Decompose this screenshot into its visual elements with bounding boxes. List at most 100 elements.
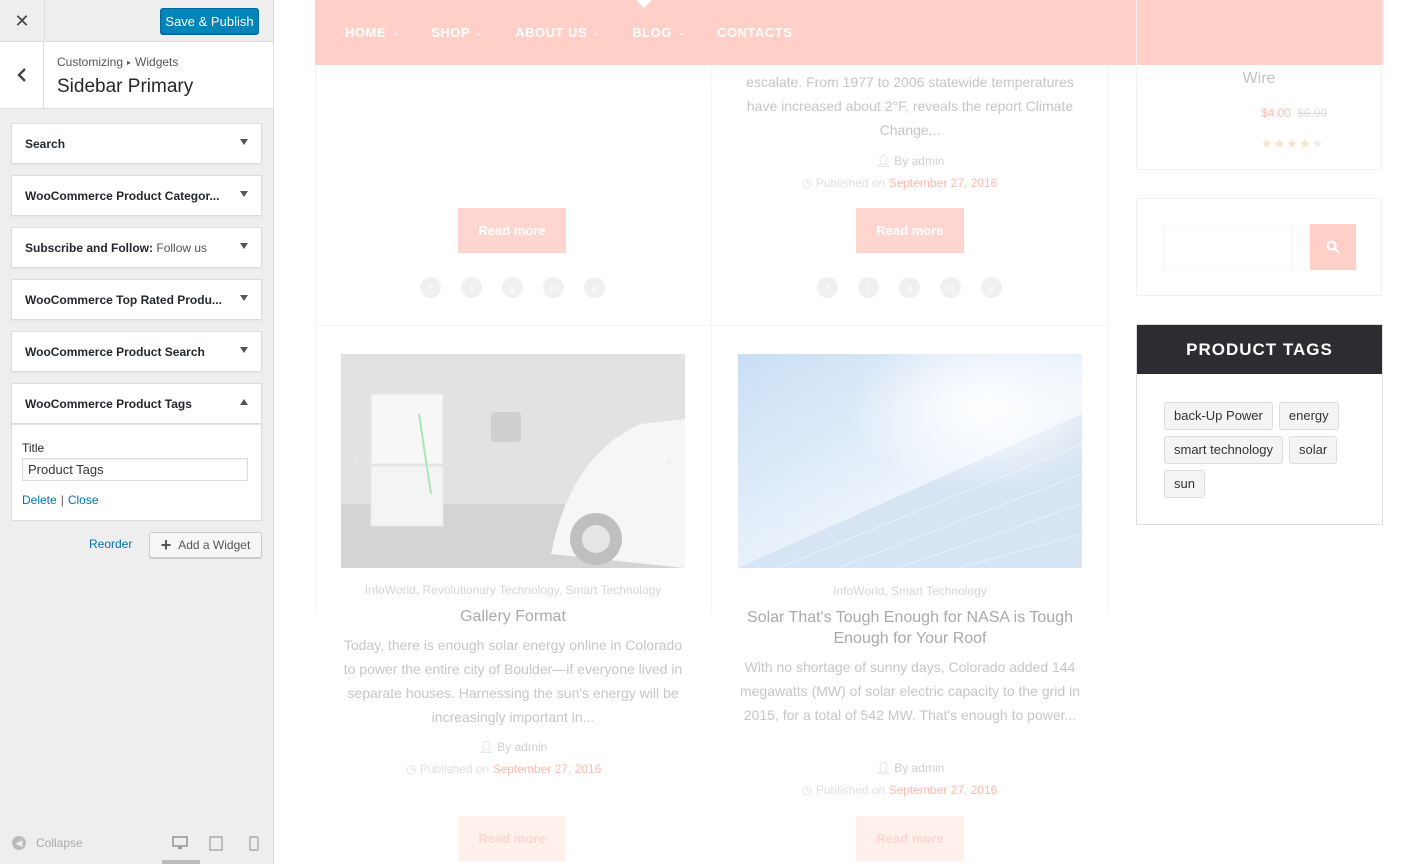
mobile-preview-icon[interactable]	[249, 836, 259, 854]
pinterest-icon[interactable]: p	[981, 277, 1002, 298]
tag-link[interactable]: energy	[1278, 402, 1339, 430]
tablet-preview-icon[interactable]	[209, 836, 223, 854]
linkedin-icon[interactable]: in	[543, 277, 564, 298]
post-excerpt: With no shortage of sunny days, Colorado…	[739, 659, 1080, 723]
collapse-icon: ◀	[12, 836, 26, 850]
expand-arrow-icon[interactable]	[240, 191, 248, 197]
section-title: Sidebar Primary	[57, 76, 194, 97]
desktop-preview-icon[interactable]	[162, 836, 200, 864]
widget-search[interactable]: Search	[11, 123, 262, 164]
tag-cloud: back-Up Power energy smart technology so…	[1164, 402, 1374, 504]
post-date[interactable]: September 27, 2016	[889, 783, 998, 797]
widget-title-main: Subscribe and Follow:	[25, 241, 154, 255]
google-plus-icon[interactable]: g	[502, 277, 523, 298]
read-more-button[interactable]: Read more	[856, 816, 964, 861]
svg-text:›: ›	[666, 451, 672, 470]
widget-product-tags[interactable]: WooCommerce Product Tags	[11, 383, 262, 424]
add-widget-button[interactable]: + Add a Widget	[149, 532, 262, 558]
post-title[interactable]: Solar That's Tough Enough for NASA is To…	[738, 607, 1082, 649]
post-categories[interactable]: InfoWorld, Smart Technology	[738, 584, 1082, 598]
nav-item-home[interactable]: HOME ⌄	[345, 25, 399, 40]
post-published: ◷ Published on September 27, 2016	[802, 783, 998, 797]
chevron-down-icon: ⌄	[476, 28, 484, 37]
tag-link[interactable]: sun	[1164, 470, 1205, 498]
tag-link[interactable]: smart technology	[1164, 436, 1283, 464]
widget-top-rated-products[interactable]: WooCommerce Top Rated Produ...	[11, 279, 262, 320]
widget-product-search[interactable]: WooCommerce Product Search	[11, 331, 262, 372]
search-button[interactable]	[1310, 224, 1356, 270]
reorder-link[interactable]: Reorder	[89, 537, 132, 551]
clock-icon: ◷	[802, 783, 813, 797]
post-title[interactable]: Gallery Format	[341, 606, 685, 627]
collapse-arrow-icon[interactable]	[240, 399, 248, 405]
twitter-icon[interactable]: t	[858, 277, 879, 298]
close-icon[interactable]: ✕	[0, 0, 45, 42]
post-published: ◷ Published on September 27, 2016	[802, 176, 998, 190]
tag-link[interactable]: back-Up Power	[1164, 402, 1273, 430]
expand-arrow-icon[interactable]	[240, 139, 248, 145]
top-rated-product: Wire $4.00 $6.00 ★★★★★	[1136, 0, 1382, 170]
chevron-down-icon: ⌄	[593, 28, 601, 37]
product-tags-widget: PRODUCT TAGS back-Up Power energy smart …	[1136, 324, 1383, 525]
expand-arrow-icon[interactable]	[240, 243, 248, 249]
user-icon: 👤︎	[875, 154, 891, 168]
post-image-gallery[interactable]: ‹ ›	[341, 354, 685, 568]
collapse-button[interactable]: ◀ Collapse	[12, 836, 83, 850]
grid-divider	[1108, 65, 1109, 615]
grid-divider	[315, 65, 316, 615]
clock-icon: ◷	[406, 762, 417, 776]
delete-link[interactable]: Delete	[22, 493, 57, 507]
nav-item-blog[interactable]: BLOG ⌄	[632, 25, 685, 40]
save-publish-button[interactable]: Save & Publish	[160, 8, 259, 34]
linkedin-icon[interactable]: in	[940, 277, 961, 298]
post-categories[interactable]: InfoWorld, Revolutionary Technology, Sma…	[341, 583, 685, 597]
widget-title: Subscribe and Follow: Follow us	[25, 241, 207, 255]
close-link[interactable]: Close	[68, 493, 99, 507]
product-name[interactable]: Wire	[1137, 70, 1381, 88]
google-plus-icon[interactable]: g	[899, 277, 920, 298]
product-price: $4.00 $6.00	[1261, 106, 1327, 120]
nav-item-contacts[interactable]: CONTACTS	[717, 25, 792, 40]
nav-item-about[interactable]: ABOUT US ⌄	[515, 25, 600, 40]
site-preview: HOME ⌄ SHOP ⌄ ABOUT US ⌄ BLOG ⌄ CONTACTS Rea…	[274, 0, 1419, 864]
widget-heading: PRODUCT TAGS	[1137, 325, 1382, 374]
nav-item-shop[interactable]: SHOP ⌄	[431, 25, 483, 40]
price-old: $6.00	[1297, 106, 1328, 120]
grid-divider	[315, 325, 1109, 326]
star-empty-icon: ★	[1311, 136, 1325, 151]
post-image-solar[interactable]	[738, 354, 1082, 568]
post-date[interactable]: September 27, 2016	[889, 176, 998, 190]
post-author: 👤︎ By admin	[875, 761, 945, 775]
breadcrumb-root: Customizing	[57, 55, 124, 69]
widget-title: WooCommerce Product Search	[25, 345, 205, 359]
add-widget-label: Add a Widget	[178, 538, 251, 552]
post-excerpt: Today, there is enough solar energy onli…	[343, 637, 683, 725]
facebook-icon[interactable]: f	[420, 277, 441, 298]
facebook-icon[interactable]: f	[817, 277, 838, 298]
widget-product-tags-form: Title Delete| Close	[11, 424, 262, 521]
title-field[interactable]	[22, 458, 248, 481]
read-more-button[interactable]: Read more	[458, 208, 566, 253]
read-more-button[interactable]: Read more	[856, 208, 964, 253]
widget-subscribe-follow[interactable]: Subscribe and Follow: Follow us	[11, 227, 262, 268]
widget-product-categories[interactable]: WooCommerce Product Categor...	[11, 175, 262, 216]
widget-title: WooCommerce Product Categor...	[25, 189, 220, 203]
user-icon: 👤︎	[875, 761, 891, 775]
post-published: ◷ Published on September 27, 2016	[406, 762, 602, 776]
tag-link[interactable]: solar	[1289, 436, 1338, 464]
expand-arrow-icon[interactable]	[240, 347, 248, 353]
section-header: Customizing ▸ Widgets Sidebar Primary	[0, 42, 273, 109]
star-icon: ★	[1298, 136, 1312, 151]
title-field-label: Title	[22, 441, 45, 455]
pinterest-icon[interactable]: p	[584, 277, 605, 298]
twitter-icon[interactable]: t	[461, 277, 482, 298]
search-input[interactable]	[1163, 225, 1293, 271]
collapse-label: Collapse	[36, 836, 83, 850]
back-arrow-icon[interactable]	[0, 42, 44, 108]
read-more-button[interactable]: Read more	[458, 816, 566, 861]
post-date[interactable]: September 27, 2016	[493, 762, 602, 776]
social-share: f t g in p	[817, 277, 1022, 298]
chevron-down-icon: ⌄	[392, 28, 400, 37]
nav-pointer	[636, 0, 652, 9]
expand-arrow-icon[interactable]	[240, 295, 248, 301]
